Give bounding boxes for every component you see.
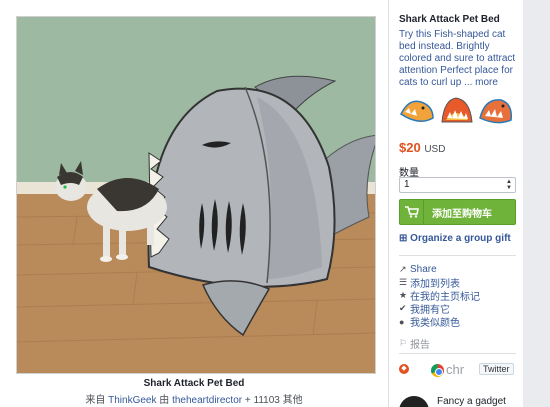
check-icon: ✔ (399, 303, 407, 313)
price: $20 USD (399, 140, 516, 155)
attribution-joiner: 由 (159, 395, 170, 406)
gift-icon: ⊞ (399, 233, 408, 244)
photo-panel: Shark Attack Pet Bed 来自 ThinkGeek 由 theh… (0, 0, 388, 407)
photo-caption-title: Shark Attack Pet Bed (143, 378, 245, 389)
attribution-suffix: + 11103 其他 (244, 395, 303, 406)
thumbnail-shark-icon (441, 97, 473, 123)
price-currency: USD (424, 144, 446, 155)
shark-bed-illustration (17, 17, 375, 373)
quantity-select[interactable]: 1 ▲ ▼ (399, 177, 516, 193)
promo-text: Fancy a gadget (437, 396, 506, 407)
report-label: 报告 (410, 340, 430, 351)
action-similar-colors[interactable]: ● 我类似颜色 (399, 315, 516, 330)
thumbnail-2[interactable] (438, 92, 475, 130)
group-gift-label: Organize a group gift (410, 233, 511, 244)
share-bar: ◆ chr Twitter (399, 361, 516, 377)
quantity-value: 1 (404, 179, 410, 190)
updown-arrow-icon: ▲ ▼ (506, 179, 512, 191)
divider (399, 353, 516, 354)
photo-caption: Shark Attack Pet Bed 来自 ThinkGeek 由 theh… (0, 378, 388, 406)
add-to-cart-label: 添加至购物车 (432, 208, 492, 220)
report-link[interactable]: ⚐ 报告 (399, 336, 516, 351)
list-icon: ☰ (399, 277, 408, 287)
chrome-text: chr (446, 362, 465, 377)
chrome-icon[interactable] (431, 364, 444, 377)
product-description: Try this Fish-shaped cat bed instead. Br… (399, 29, 516, 89)
page-gutter (523, 0, 550, 407)
action-label: Share (410, 264, 437, 275)
promo-item[interactable]: Fancy a gadget (399, 396, 516, 407)
thumbnail-1[interactable] (399, 92, 436, 130)
thumbnail-shark-icon (400, 100, 434, 122)
product-title[interactable]: Shark Attack Pet Bed (399, 14, 516, 25)
twitter-button[interactable]: Twitter (479, 363, 514, 375)
attribution-prefix: 来自 (85, 395, 106, 406)
attribution-source-link[interactable]: ThinkGeek (108, 395, 156, 406)
fancy-icon[interactable]: ◆ (399, 364, 409, 374)
action-label: 我类似颜色 (410, 318, 460, 329)
price-amount: $20 (399, 140, 421, 155)
star-icon: ★ (399, 290, 408, 300)
share-icon: ↗ (399, 264, 407, 274)
thumbnail-strip (399, 92, 516, 130)
report-icon: ⚐ (399, 338, 408, 348)
product-photo[interactable] (16, 16, 376, 374)
thumbnail-3[interactable] (477, 92, 514, 130)
product-info-panel: Shark Attack Pet Bed Try this Fish-shape… (388, 0, 523, 407)
thumbnail-shark-icon (479, 99, 513, 124)
divider (399, 255, 516, 256)
more-link[interactable]: more (475, 77, 498, 88)
color-drop-icon: ● (399, 316, 405, 327)
cart-icon (400, 200, 424, 224)
avatar (399, 396, 429, 407)
attribution-user-link[interactable]: theheartdirector (172, 395, 242, 406)
photo-attribution: 来自 ThinkGeek 由 theheartdirector + 11103 … (0, 391, 388, 406)
action-list: ↗ Share ☰ 添加到列表 ★ 在我的主页标记 ✔ 我拥有它 ● 我类似颜色 (399, 263, 516, 330)
add-to-cart-button[interactable]: 添加至购物车 (399, 199, 516, 225)
organize-group-gift-link[interactable]: ⊞ Organize a group gift (399, 233, 516, 244)
